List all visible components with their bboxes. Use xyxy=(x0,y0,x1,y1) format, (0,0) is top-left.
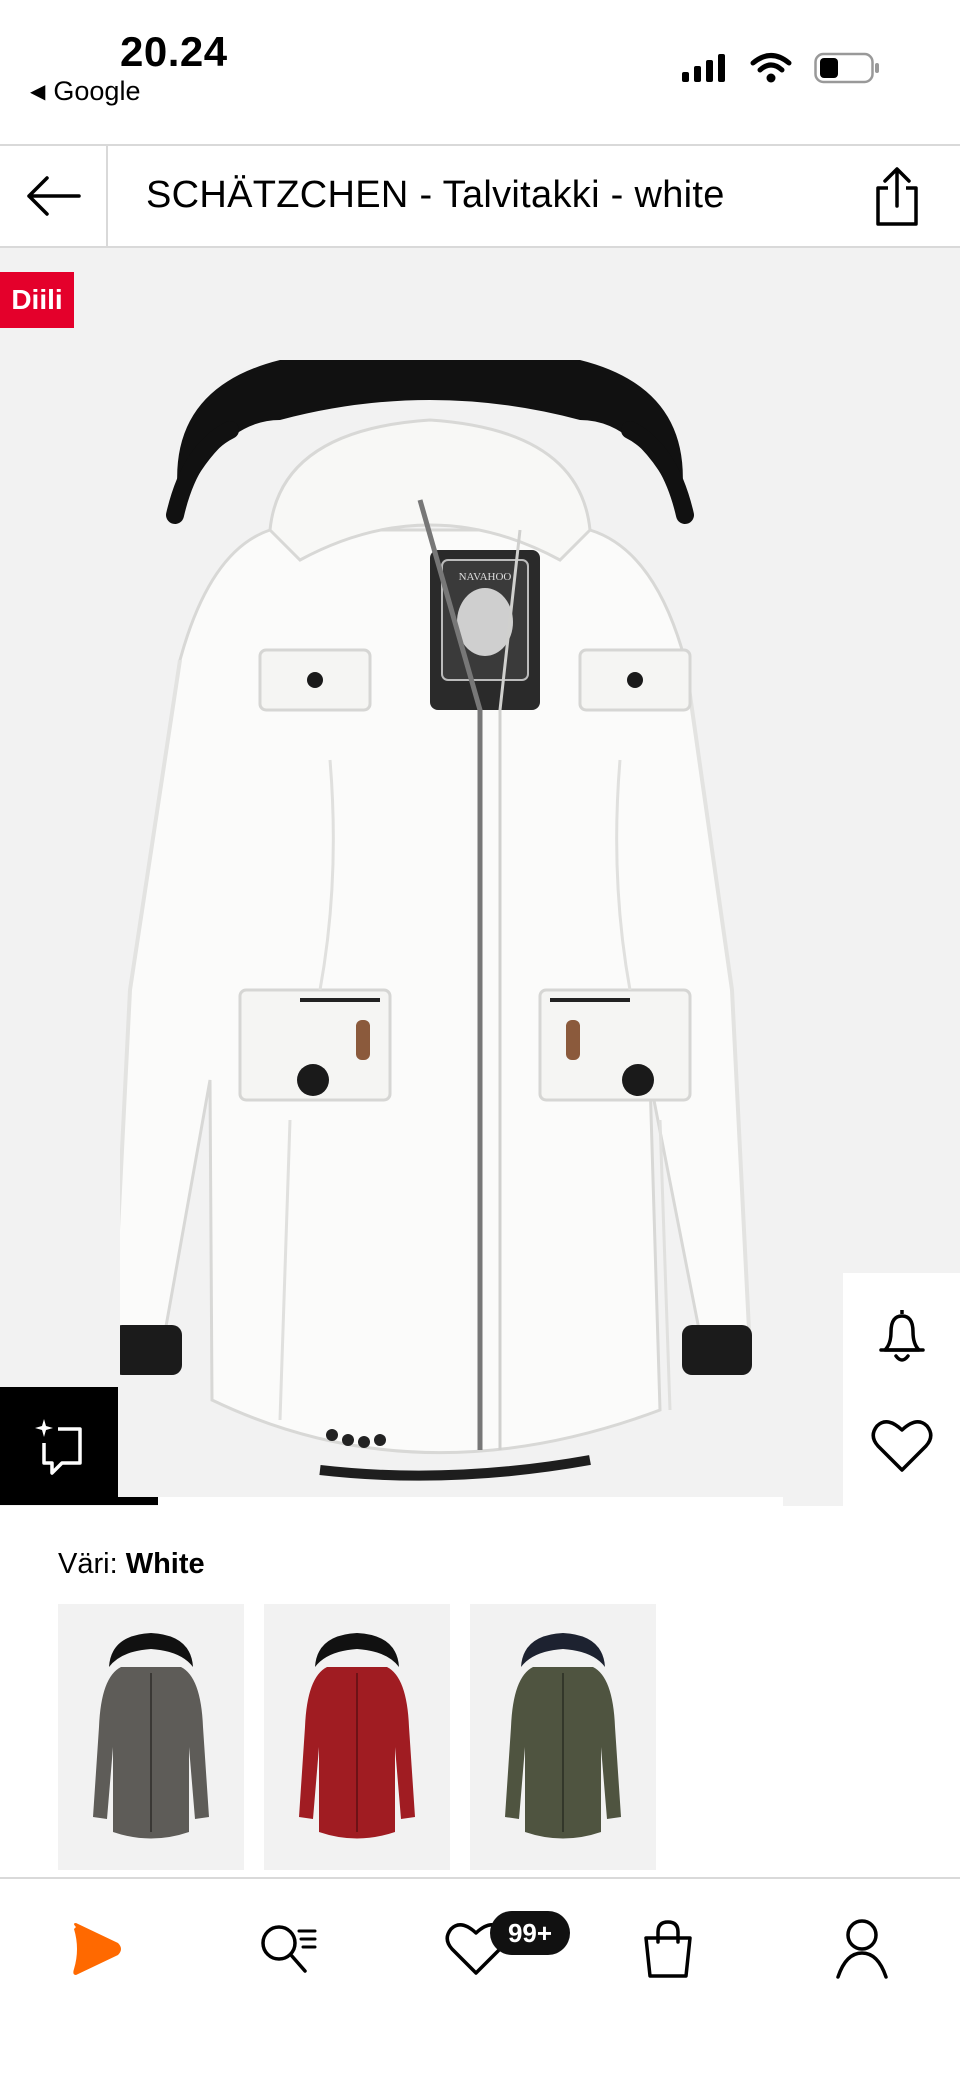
back-triangle-icon: ◀ xyxy=(30,81,46,103)
color-label: Väri: xyxy=(58,1548,118,1580)
side-actions xyxy=(843,1273,960,1509)
bottom-nav: 99+ xyxy=(0,1877,960,2081)
wifi-icon xyxy=(750,53,792,83)
nav-home[interactable] xyxy=(50,1909,146,1989)
status-bar: 20.24 ◀ Google xyxy=(0,0,960,144)
jacket-thumbnail-red xyxy=(299,1633,415,1839)
battery-icon xyxy=(814,52,879,84)
nav-profile[interactable] xyxy=(814,1909,910,1989)
image-progress-strip xyxy=(158,1497,783,1509)
back-button[interactable] xyxy=(0,146,108,246)
notify-button[interactable] xyxy=(843,1281,960,1391)
product-header: SCHÄTZCHEN - Talvitakki - white xyxy=(0,144,960,248)
similar-underline xyxy=(118,1497,158,1505)
swatch-olive[interactable] xyxy=(470,1604,656,1870)
search-icon xyxy=(261,1925,317,1973)
signal-icon xyxy=(682,54,725,82)
share-icon xyxy=(876,167,918,226)
swatch-red[interactable] xyxy=(264,1604,450,1870)
share-button[interactable] xyxy=(864,164,930,230)
profile-icon xyxy=(836,1919,888,1979)
bag-icon xyxy=(644,1920,692,1978)
status-time: 20.24 xyxy=(120,28,228,75)
status-back-link[interactable]: ◀ Google xyxy=(30,76,140,107)
color-label-row: Väri: White xyxy=(58,1548,205,1581)
product-image-jacket[interactable]: NAVAHOO xyxy=(120,360,840,1500)
jacket-thumbnail-olive xyxy=(505,1633,621,1839)
similar-items-icon xyxy=(35,1419,82,1475)
wishlist-count-badge: 99+ xyxy=(490,1911,570,1955)
deal-badge: Diili xyxy=(0,272,74,328)
swatch-grey[interactable] xyxy=(58,1604,244,1870)
nav-bag[interactable] xyxy=(620,1909,716,1989)
jacket-thumbnail-grey xyxy=(93,1633,209,1839)
color-selected: White xyxy=(125,1548,205,1580)
color-swatches xyxy=(58,1604,656,1870)
arrow-left-icon xyxy=(27,176,81,216)
status-back-label: Google xyxy=(53,76,141,106)
page-title: SCHÄTZCHEN - Talvitakki - white xyxy=(146,174,725,216)
heart-icon xyxy=(871,1420,932,1472)
brand-tag-label: NAVAHOO xyxy=(459,571,512,583)
home-icon xyxy=(73,1923,121,1975)
similar-items-button[interactable] xyxy=(0,1387,118,1505)
bell-icon xyxy=(878,1310,925,1362)
status-icons xyxy=(680,52,880,84)
nav-search[interactable] xyxy=(240,1909,336,1989)
wishlist-button[interactable] xyxy=(843,1391,960,1501)
